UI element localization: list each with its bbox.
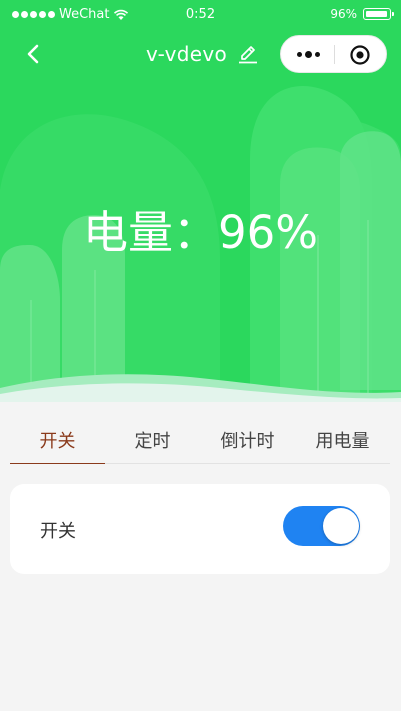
tab-bar: 开关 定时 倒计时 用电量: [10, 424, 390, 464]
tab-timer[interactable]: 定时: [105, 424, 200, 463]
nav-bar: v-vdevo: [0, 30, 401, 78]
more-dots-icon[interactable]: [293, 44, 323, 64]
status-bar: WeChat 0:52 96%: [0, 0, 401, 30]
switch-label: 开关: [40, 521, 76, 542]
power-toggle[interactable]: [283, 506, 360, 546]
back-chevron-icon[interactable]: [20, 40, 48, 68]
close-target-icon[interactable]: [349, 44, 371, 66]
mini-program-capsule: [280, 35, 387, 73]
battery-level-display: 电量：96%: [82, 206, 319, 259]
capsule-divider: [334, 45, 335, 64]
tab-switch[interactable]: 开关: [10, 424, 105, 464]
status-right: 96%: [330, 7, 394, 21]
switch-card: 开关: [10, 484, 390, 574]
hero-banner: WeChat 0:52 96% v-vdevo 电量：96%: [0, 0, 401, 402]
page-title: v-vdevo: [146, 42, 227, 66]
title-group: v-vdevo: [146, 42, 259, 66]
tab-power-usage[interactable]: 用电量: [295, 424, 390, 463]
battery-percent: 96%: [330, 7, 357, 21]
tab-countdown[interactable]: 倒计时: [200, 424, 295, 463]
toggle-knob: [323, 508, 359, 544]
battery-icon: [363, 8, 394, 20]
edit-pencil-icon[interactable]: [237, 43, 259, 65]
